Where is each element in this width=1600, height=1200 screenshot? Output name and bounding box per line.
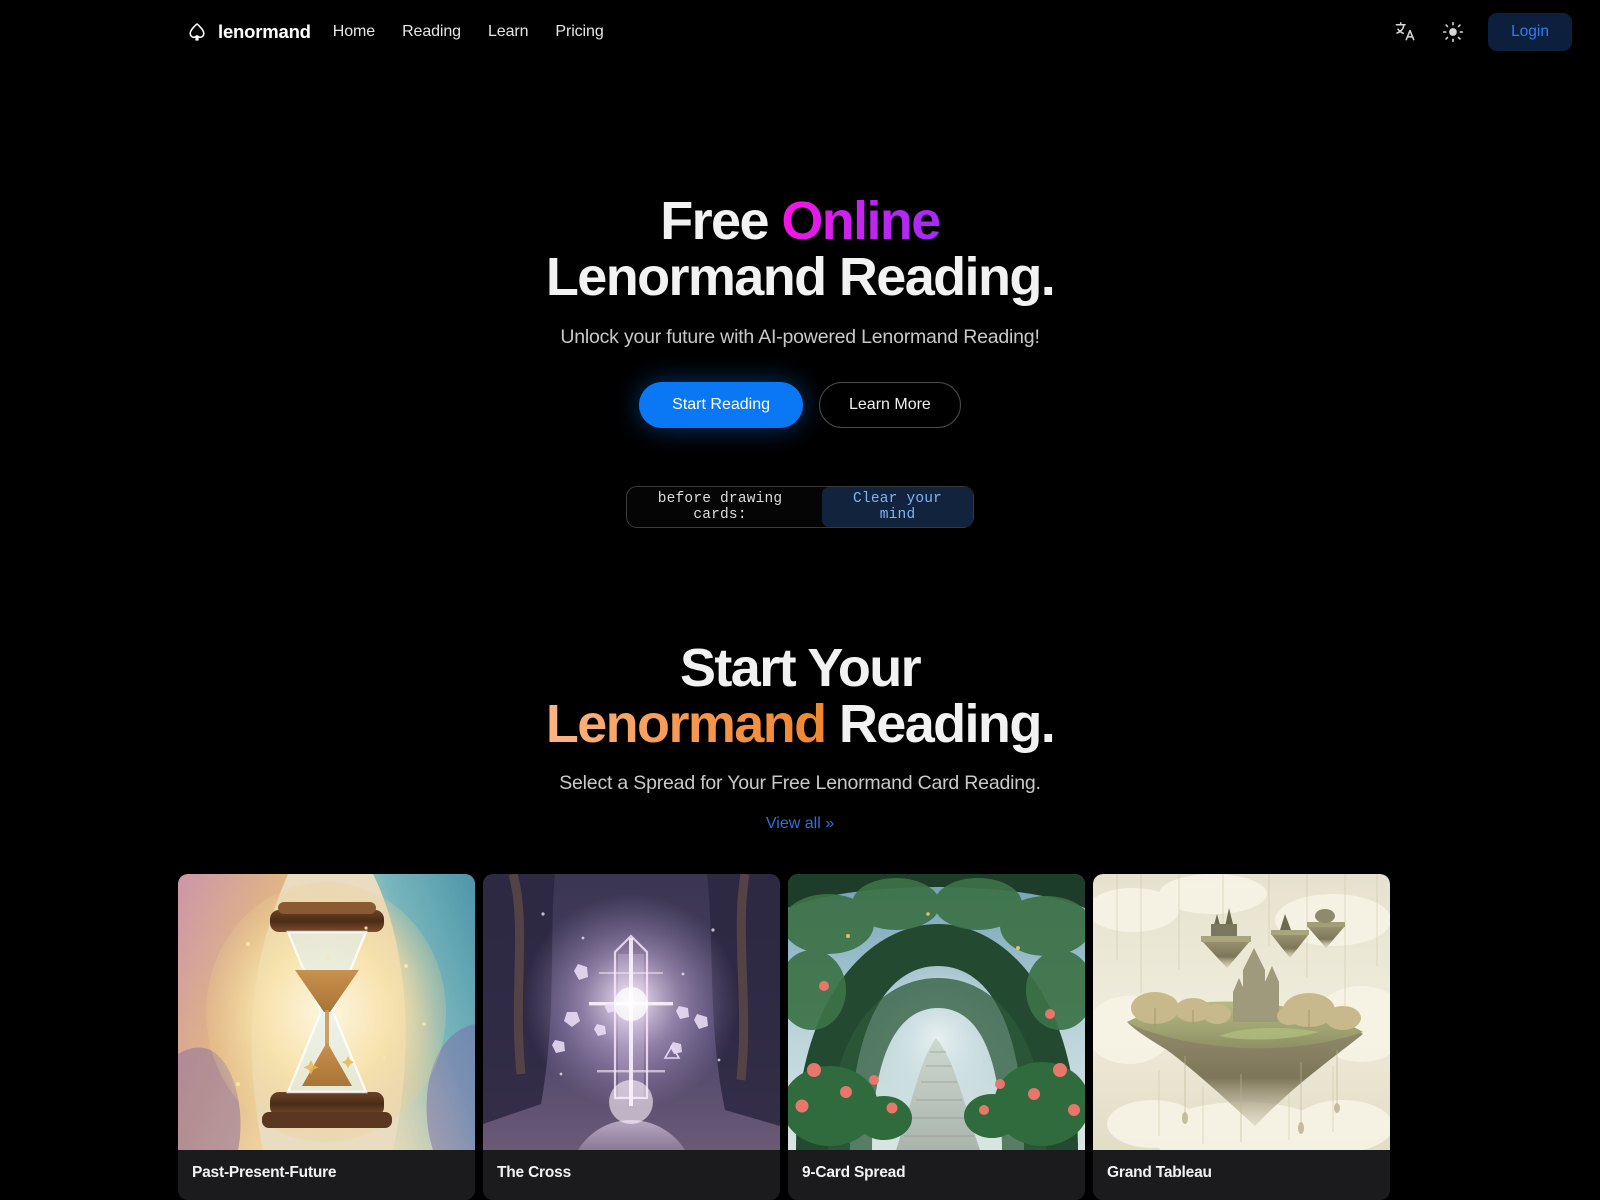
spread-card-9-card-spread[interactable]: 9-Card Spread: [788, 874, 1085, 1200]
spreads-section: Start Your Lenormand Reading. Select a S…: [0, 640, 1600, 833]
hero-title-line2: Lenormand Reading.: [545, 247, 1056, 308]
view-all-link[interactable]: View all »: [766, 815, 834, 833]
hero-actions: Start Reading Learn More: [0, 382, 1600, 429]
hero-title-line1: Free Online: [660, 191, 941, 251]
card-footer: The Cross: [483, 1150, 780, 1200]
card-title: Grand Tableau: [1107, 1164, 1212, 1181]
floating-islands-castle-image: [1093, 874, 1390, 1150]
top-navigation-bar: lenormand Home Reading Learn Pricing Log…: [0, 0, 1600, 63]
spreads-title-rest: Reading.: [825, 694, 1056, 755]
nav-link-pricing[interactable]: Pricing: [555, 23, 603, 41]
nav-right-controls: Login: [1392, 12, 1572, 51]
card-footer: Past-Present-Future: [178, 1150, 475, 1200]
start-reading-button[interactable]: Start Reading: [639, 382, 803, 429]
hourglass-watercolor-image: [178, 874, 475, 1150]
card-title: 9-Card Spread: [802, 1164, 906, 1181]
spade-outline-icon: [186, 21, 208, 43]
spreads-title-line1: Start Your: [679, 638, 922, 698]
nav-links: Home Reading Learn Pricing: [333, 23, 604, 41]
spreads-title: Start Your Lenormand Reading.: [0, 640, 1600, 752]
card-footer: 9-Card Spread: [788, 1150, 1085, 1200]
spreads-subtitle: Select a Spread for Your Free Lenormand …: [559, 772, 1041, 795]
spread-card-grand-tableau[interactable]: Grand Tableau: [1093, 874, 1390, 1200]
brand-name: lenormand: [218, 20, 311, 42]
learn-more-button[interactable]: Learn More: [819, 382, 961, 429]
card-title: Past-Present-Future: [192, 1164, 337, 1181]
glowing-cross-forest-image: [483, 874, 780, 1150]
brand-logo[interactable]: lenormand: [186, 21, 311, 43]
spread-card-past-present-future[interactable]: Past-Present-Future: [178, 874, 475, 1200]
garden-arch-path-image: [788, 874, 1085, 1150]
hero-section: Free Online Lenormand Reading. Unlock yo…: [0, 63, 1600, 529]
hero-subtitle: Unlock your future with AI-powered Lenor…: [560, 326, 1040, 349]
card-footer: Grand Tableau: [1093, 1150, 1390, 1200]
hero-title-online: Online: [781, 191, 941, 251]
clear-your-mind-pill[interactable]: Clear your mind: [822, 487, 973, 528]
terminal-prefix-text: before drawing cards:: [657, 491, 783, 524]
hero-title: Free Online Lenormand Reading.: [0, 193, 1600, 305]
sun-icon[interactable]: [1440, 19, 1466, 45]
nav-link-home[interactable]: Home: [333, 23, 375, 41]
nav-link-learn[interactable]: Learn: [488, 23, 529, 41]
nav-link-reading[interactable]: Reading: [402, 23, 461, 41]
translate-icon[interactable]: [1392, 19, 1418, 45]
spread-card-the-cross[interactable]: The Cross: [483, 874, 780, 1200]
spread-card-grid: Past-Present-Future The Cross 9-Card Spr…: [178, 874, 1390, 1200]
spreads-title-lenormand: Lenormand: [545, 694, 827, 755]
login-button[interactable]: Login: [1488, 12, 1572, 51]
card-title: The Cross: [497, 1164, 571, 1181]
mindfulness-hint-box: before drawing cards: Clear your mind: [626, 486, 974, 529]
hero-title-free: Free: [660, 191, 782, 251]
